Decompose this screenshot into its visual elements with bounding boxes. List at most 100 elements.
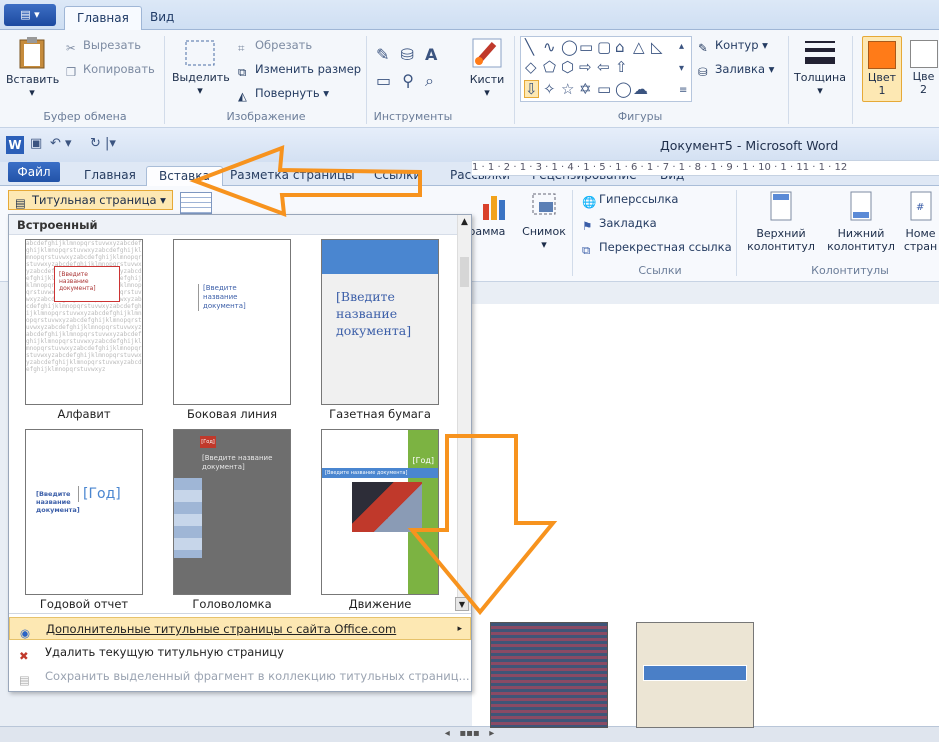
shapes-group-label: Фигуры xyxy=(617,110,663,123)
triangle-shape-icon[interactable]: △ xyxy=(633,39,645,55)
fill-bucket-icon[interactable]: ⛁ xyxy=(401,45,414,64)
scroll-down-icon[interactable]: ▾ xyxy=(679,61,684,77)
pencil-icon[interactable]: ✎ xyxy=(376,45,389,64)
footer-icon xyxy=(850,191,872,221)
star5-shape-icon[interactable]: ☆ xyxy=(561,81,574,97)
divider xyxy=(366,36,367,124)
chevron-down-icon: ▾ xyxy=(197,84,203,97)
bookmark-button[interactable]: ⚑ Закладка xyxy=(582,216,657,233)
cloud-callout-shape-icon[interactable]: ☁ xyxy=(633,81,648,97)
clipboard-icon xyxy=(19,37,45,69)
screenshot-button[interactable]: Снимок ▾ xyxy=(520,190,568,251)
rotate-button[interactable]: ◭ Повернуть ▾ xyxy=(238,86,329,103)
rectangle-shape-icon[interactable]: ▭ xyxy=(579,39,593,55)
paint-tab-view[interactable]: Вид xyxy=(138,6,186,30)
cover-page-button[interactable]: ▤ Титульная страница ▾ xyxy=(8,190,173,210)
quick-access-save-icon[interactable]: ▣ xyxy=(30,136,42,151)
thickness-button[interactable]: Толщина ▾ xyxy=(792,38,848,97)
tab-file[interactable]: Файл xyxy=(8,162,60,182)
header-button[interactable]: Верхний колонтитул xyxy=(742,190,820,253)
thumb-title: [Введите название документа] xyxy=(36,490,80,514)
chart-icon xyxy=(483,196,505,220)
eraser-icon[interactable]: ▭ xyxy=(376,71,391,90)
word-title-bar: W ▣ ↶ ▾ ↻ |▾ Документ5 - Microsoft Word xyxy=(0,128,939,162)
outline-button[interactable]: ✎ Контур ▾ xyxy=(698,38,768,55)
arrow-down-shape-icon[interactable]: ⇩ xyxy=(524,80,539,98)
color2-button[interactable]: Цве 2 xyxy=(908,36,939,96)
gallery-expand-icon[interactable]: ▼ xyxy=(455,597,469,611)
thickness-icon xyxy=(805,41,835,64)
tab-home[interactable]: Главная xyxy=(72,166,148,186)
more-cover-pages-menu-item[interactable]: ◉ Дополнительные титульные страницы с са… xyxy=(9,617,471,640)
scroll-up-icon[interactable]: ▴ xyxy=(679,39,684,55)
oval-shape-icon[interactable]: ◯ xyxy=(561,39,578,55)
arrow-left-shape-icon[interactable]: ⇦ xyxy=(597,59,610,75)
gallery-scrollbar[interactable]: ▲ ▼ xyxy=(457,215,471,611)
tools-grid: ✎ ⛁ A ▭ ⚲ ⌕ xyxy=(376,42,450,94)
thumb-title: [Введите название документа] xyxy=(322,468,438,478)
star6-shape-icon[interactable]: ✡ xyxy=(579,81,592,97)
arrow-up-shape-icon[interactable]: ⇧ xyxy=(615,59,628,75)
resize-button[interactable]: ⧉ Изменить размер xyxy=(238,62,361,79)
paint-app-menu-button[interactable]: ▤ ▾ xyxy=(4,4,56,26)
right-triangle-shape-icon[interactable]: ◺ xyxy=(651,39,663,55)
scroll-up-icon[interactable]: ▲ xyxy=(458,217,471,227)
crop-button[interactable]: ⌗ Обрезать xyxy=(238,38,312,55)
thumb-motion[interactable]: [Год] [Введите название документа] xyxy=(321,429,439,595)
paint-tab-home[interactable]: Главная xyxy=(64,6,142,30)
color1-button[interactable]: Цвет 1 xyxy=(862,36,902,102)
thumb-newsprint[interactable]: [Введите название документа] xyxy=(321,239,439,405)
save-selection-menu-item: ▤ Сохранить выделенный фрагмент в коллек… xyxy=(19,669,470,687)
svg-text:#: # xyxy=(916,202,924,213)
remove-cover-page-menu-item[interactable]: ✖ Удалить текущую титульную страницу xyxy=(9,641,471,664)
chart-button[interactable]: грамма xyxy=(463,190,518,238)
puzzle-squares xyxy=(174,478,202,558)
table-icon[interactable] xyxy=(180,192,212,214)
diamond-shape-icon[interactable]: ◇ xyxy=(525,59,537,75)
pentagon-shape-icon[interactable]: ⬠ xyxy=(543,59,556,75)
copy-button[interactable]: ❐ Копировать xyxy=(66,62,155,79)
select-button[interactable]: Выделить ▾ xyxy=(172,38,230,97)
cover-preview-title-bar xyxy=(643,665,747,681)
bookmark-icon: ⚑ xyxy=(582,219,593,233)
tab-insert[interactable]: Вставка xyxy=(146,166,223,186)
undo-icon[interactable]: ↶ ▾ xyxy=(50,136,72,151)
cover-page-icon: ▤ xyxy=(15,196,26,210)
line-shape-icon[interactable]: ╲ xyxy=(525,39,534,55)
tab-references[interactable]: Ссылки xyxy=(362,166,433,186)
hexagon-shape-icon[interactable]: ⬡ xyxy=(561,59,574,75)
divider xyxy=(852,36,853,124)
callout-shape-icon[interactable]: ▭ xyxy=(597,81,611,97)
polygon-shape-icon[interactable]: ⌂ xyxy=(615,39,625,55)
magnifier-icon[interactable]: ⌕ xyxy=(425,71,434,90)
footer-button[interactable]: Нижний колонтитул xyxy=(822,190,900,253)
hyperlink-button[interactable]: 🌐 Гиперссылка xyxy=(582,192,678,209)
curve-shape-icon[interactable]: ∿ xyxy=(543,39,556,55)
gallery-more-icon[interactable]: ≡ xyxy=(679,83,687,99)
window-title: Документ5 - Microsoft Word xyxy=(660,138,839,153)
arrow-right-shape-icon[interactable]: ⇨ xyxy=(579,59,592,75)
thumb-puzzle[interactable]: [Год] [Введите название документа] xyxy=(173,429,291,595)
paste-button[interactable]: Вставить ▾ xyxy=(6,36,59,99)
cross-reference-button[interactable]: ⧉ Перекрестная ссылка xyxy=(582,240,732,257)
oval-callout-shape-icon[interactable]: ◯ xyxy=(615,81,632,97)
cut-button[interactable]: ✂ Вырезать xyxy=(66,38,141,55)
fill-button[interactable]: ⛁ Заливка ▾ xyxy=(698,62,774,79)
thumb-label-puzzle: Головоломка xyxy=(192,597,272,611)
tab-page-layout[interactable]: Разметка страницы xyxy=(218,166,367,186)
shapes-gallery[interactable]: ╲ ∿ ◯ ▭ ▢ ⌂ △ ◺ ◇ ⬠ ⬡ ⇨ ⇦ ⇧ ⇩ ✧ ☆ ✡ ▭ ◯ … xyxy=(520,36,692,102)
rounded-rect-shape-icon[interactable]: ▢ xyxy=(597,39,611,55)
horizontal-scrollbar[interactable]: ◂ ▪▪▪ ▸ xyxy=(0,726,939,742)
redo-icon[interactable]: ↻ |▾ xyxy=(90,136,116,151)
star4-shape-icon[interactable]: ✧ xyxy=(543,81,556,97)
thumb-sideline[interactable]: [Введите название документа] xyxy=(173,239,291,405)
thumb-year: [Год] xyxy=(200,436,216,448)
thumb-alphabet[interactable]: abcdefghijklmnopqrstuvwxyzabcdefghijklmn… xyxy=(25,239,143,405)
brushes-button[interactable]: Кисти ▾ xyxy=(464,36,510,99)
chevron-down-icon: ▾ xyxy=(541,238,547,251)
thumb-annual[interactable]: [Введите название документа] [Год] xyxy=(25,429,143,595)
scroll-thumb[interactable] xyxy=(460,257,469,287)
page-number-button[interactable]: # Номе стран xyxy=(902,190,939,253)
color-picker-icon[interactable]: ⚲ xyxy=(402,71,414,90)
text-icon[interactable]: A xyxy=(425,45,437,64)
